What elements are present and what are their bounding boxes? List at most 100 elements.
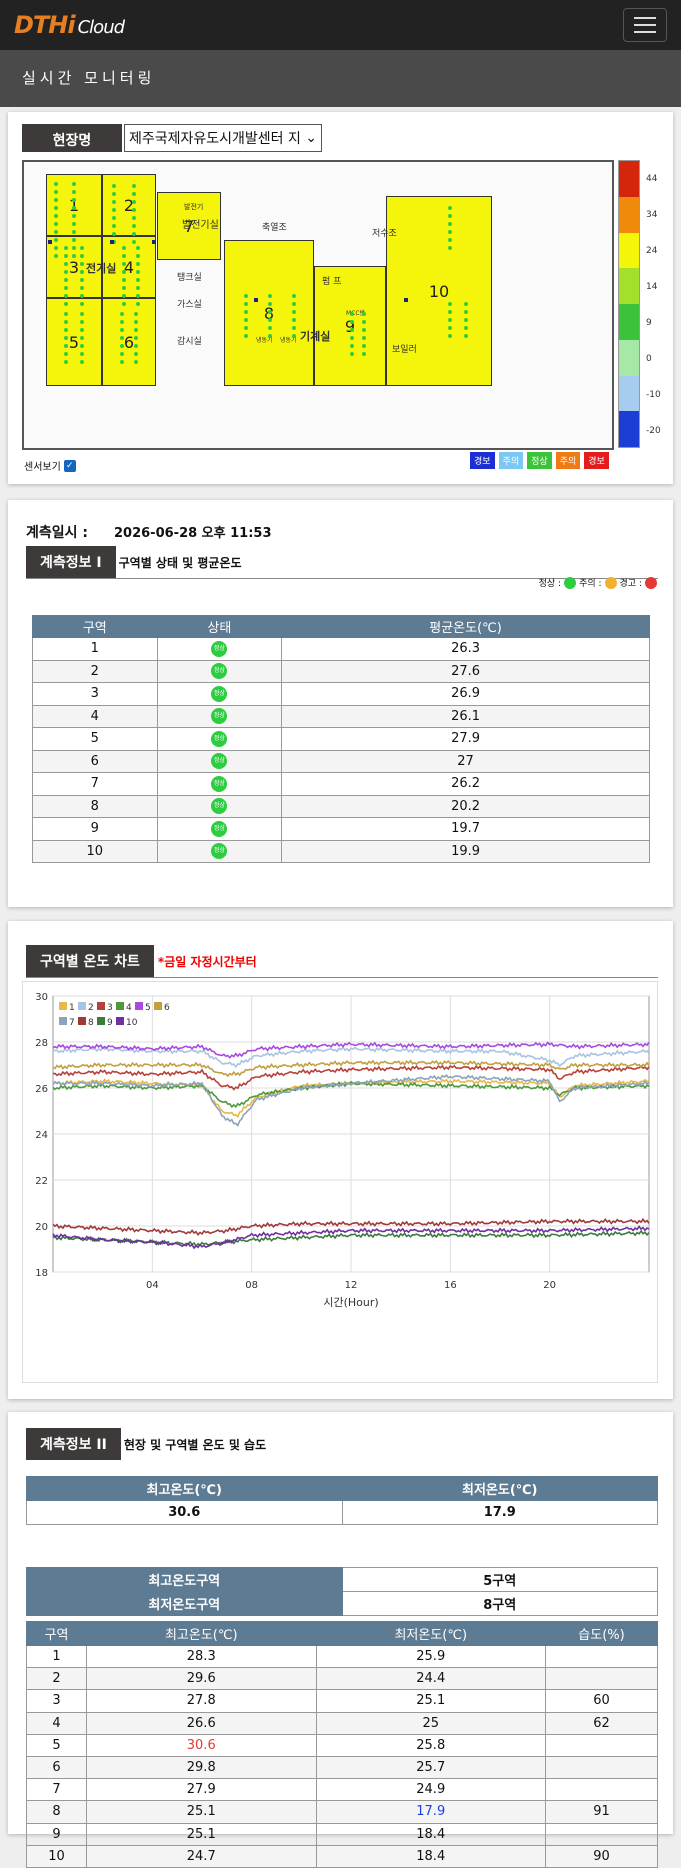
min-temp-header: 최저온도(℃) xyxy=(341,1476,658,1501)
sensor-dot xyxy=(244,302,248,306)
table-row: 3 정상 26.9 xyxy=(32,682,650,706)
legend-tag: 주의 xyxy=(555,452,581,469)
sensor-dot xyxy=(350,344,354,348)
table-row: 3 27.8 25.1 60 xyxy=(26,1689,658,1713)
sensor-dot xyxy=(350,352,354,356)
zone-2[interactable]: 2 xyxy=(102,174,156,236)
legend-label: 5 xyxy=(145,1003,151,1013)
sensor-dot xyxy=(120,344,124,348)
zone-cell: 3 xyxy=(26,1689,87,1713)
sensor-dot xyxy=(54,246,58,250)
normal-status-icon: 정상 xyxy=(211,730,228,747)
sensor-dot xyxy=(134,344,138,348)
sensor-dot xyxy=(122,254,126,258)
sensor-dot xyxy=(464,310,468,314)
sensor-dot xyxy=(448,206,452,210)
room-label: 발전기 xyxy=(184,203,204,211)
normal-status-icon xyxy=(564,576,577,589)
sensor-marker xyxy=(404,298,408,302)
zone-10[interactable]: 10 xyxy=(386,196,492,386)
table-row: 4 26.6 25 62 xyxy=(26,1711,658,1735)
y-tick-label: 28 xyxy=(35,1038,48,1049)
sensor-dot xyxy=(122,270,126,274)
info2-tab[interactable]: 계측정보 II xyxy=(26,1428,121,1460)
min-temp-cell: 24.4 xyxy=(315,1667,546,1691)
page-title: 실시간 모니터링 xyxy=(22,69,156,87)
sensor-dot xyxy=(72,214,76,218)
sensor-dot xyxy=(268,334,272,338)
status-cell: 정상 xyxy=(156,637,283,661)
zone-cell: 2 xyxy=(26,1667,87,1691)
legend-tag: 주의 xyxy=(498,452,524,469)
legend-label: 1 xyxy=(69,1003,75,1013)
sensor-dot xyxy=(54,214,58,218)
avg-temp-cell: 26.9 xyxy=(281,682,650,706)
normal-status-icon: 정상 xyxy=(211,640,228,657)
colorbar-segment xyxy=(619,339,639,376)
site-minmax-table: 최고온도(℃) 최저온도(℃) 30.6 17.9 xyxy=(26,1476,658,1525)
sensor-dot xyxy=(292,334,296,338)
table-row: 1 정상 26.3 xyxy=(32,637,650,661)
colorbar-label: -20 xyxy=(646,426,661,436)
sensor-dot xyxy=(72,222,76,226)
status-cell: 정상 xyxy=(156,682,283,706)
humidity-cell: 60 xyxy=(545,1689,658,1713)
sensor-dot xyxy=(136,294,140,298)
colorbar-segment xyxy=(619,161,639,197)
min-temp-cell: 25.7 xyxy=(315,1755,546,1780)
zone-5[interactable]: 5 xyxy=(46,298,102,386)
sensor-dot xyxy=(132,224,136,228)
sensor-dot xyxy=(448,302,452,306)
sensor-dot xyxy=(122,246,126,250)
sensor-dot xyxy=(80,254,84,258)
table-row: 9 25.1 18.4 xyxy=(26,1822,658,1846)
sensor-dot xyxy=(80,328,84,332)
avg-temp-cell: 27.6 xyxy=(281,659,650,683)
status-cell: 정상 xyxy=(156,839,283,863)
sensor-dot xyxy=(64,286,68,290)
zone-cell: 10 xyxy=(26,1844,87,1868)
sensor-dot xyxy=(268,318,272,322)
sensor-dot xyxy=(464,318,468,322)
sensor-dot xyxy=(448,222,452,226)
sensor-dot xyxy=(132,192,136,196)
sensor-dot xyxy=(268,294,272,298)
table-row: 2 정상 27.6 xyxy=(32,659,650,683)
sensor-dot xyxy=(112,216,116,220)
floor-plan: 1 2 3 4 5 6 7 8 9 10 전기실 발전기실 발전기 축열조 저수… xyxy=(22,160,614,450)
room-label: 저수조 xyxy=(372,229,397,239)
humidity-cell: 91 xyxy=(545,1800,658,1824)
zone-6[interactable]: 6 xyxy=(102,298,156,386)
measurement-info-2-card: 계측정보 II 현장 및 구역별 온도 및 습도 최고온도(℃) 최저온도(℃) … xyxy=(8,1412,673,1868)
legend-swatch xyxy=(97,1002,105,1010)
legend-label: 4 xyxy=(126,1003,132,1013)
hamburger-icon[interactable] xyxy=(623,8,667,42)
sensor-dot xyxy=(362,328,366,332)
checkbox-checked-icon[interactable]: ✓ xyxy=(63,459,76,472)
info1-tab[interactable]: 계측정보 I xyxy=(26,546,116,578)
sensor-dot xyxy=(120,336,124,340)
colorbar-segment xyxy=(619,375,639,412)
chart-tab[interactable]: 구역별 온도 차트 xyxy=(26,945,154,977)
brand-logo[interactable]: DTHi Cloud xyxy=(14,11,125,39)
sensor-dot xyxy=(64,336,68,340)
table-row: 8 정상 20.2 xyxy=(32,794,650,818)
legend-swatch xyxy=(116,1002,124,1010)
room-label: 가스실 xyxy=(177,300,202,310)
zone-cell: 9 xyxy=(32,817,158,841)
room-label: 축열조 xyxy=(262,223,287,233)
min-temp-cell: 25.8 xyxy=(315,1733,546,1757)
min-zone-value: 8구역 xyxy=(341,1591,658,1616)
sensor-dot xyxy=(448,310,452,314)
max-temp-cell: 26.6 xyxy=(86,1711,317,1735)
room-label: 보일러 xyxy=(392,345,417,355)
sensor-dot xyxy=(464,326,468,330)
legend-label: 3 xyxy=(107,1003,113,1013)
status-cell: 정상 xyxy=(156,749,283,773)
colorbar-label: 14 xyxy=(646,282,658,292)
sensor-toggle[interactable]: 센서보기 ✓ xyxy=(24,458,76,473)
sensor-dot xyxy=(292,294,296,298)
column-header: 평균온도(℃) xyxy=(281,615,650,638)
site-select[interactable]: 제주국제자유도시개발센터 지 ⌄ xyxy=(124,124,322,152)
legend-label: 7 xyxy=(69,1018,75,1028)
